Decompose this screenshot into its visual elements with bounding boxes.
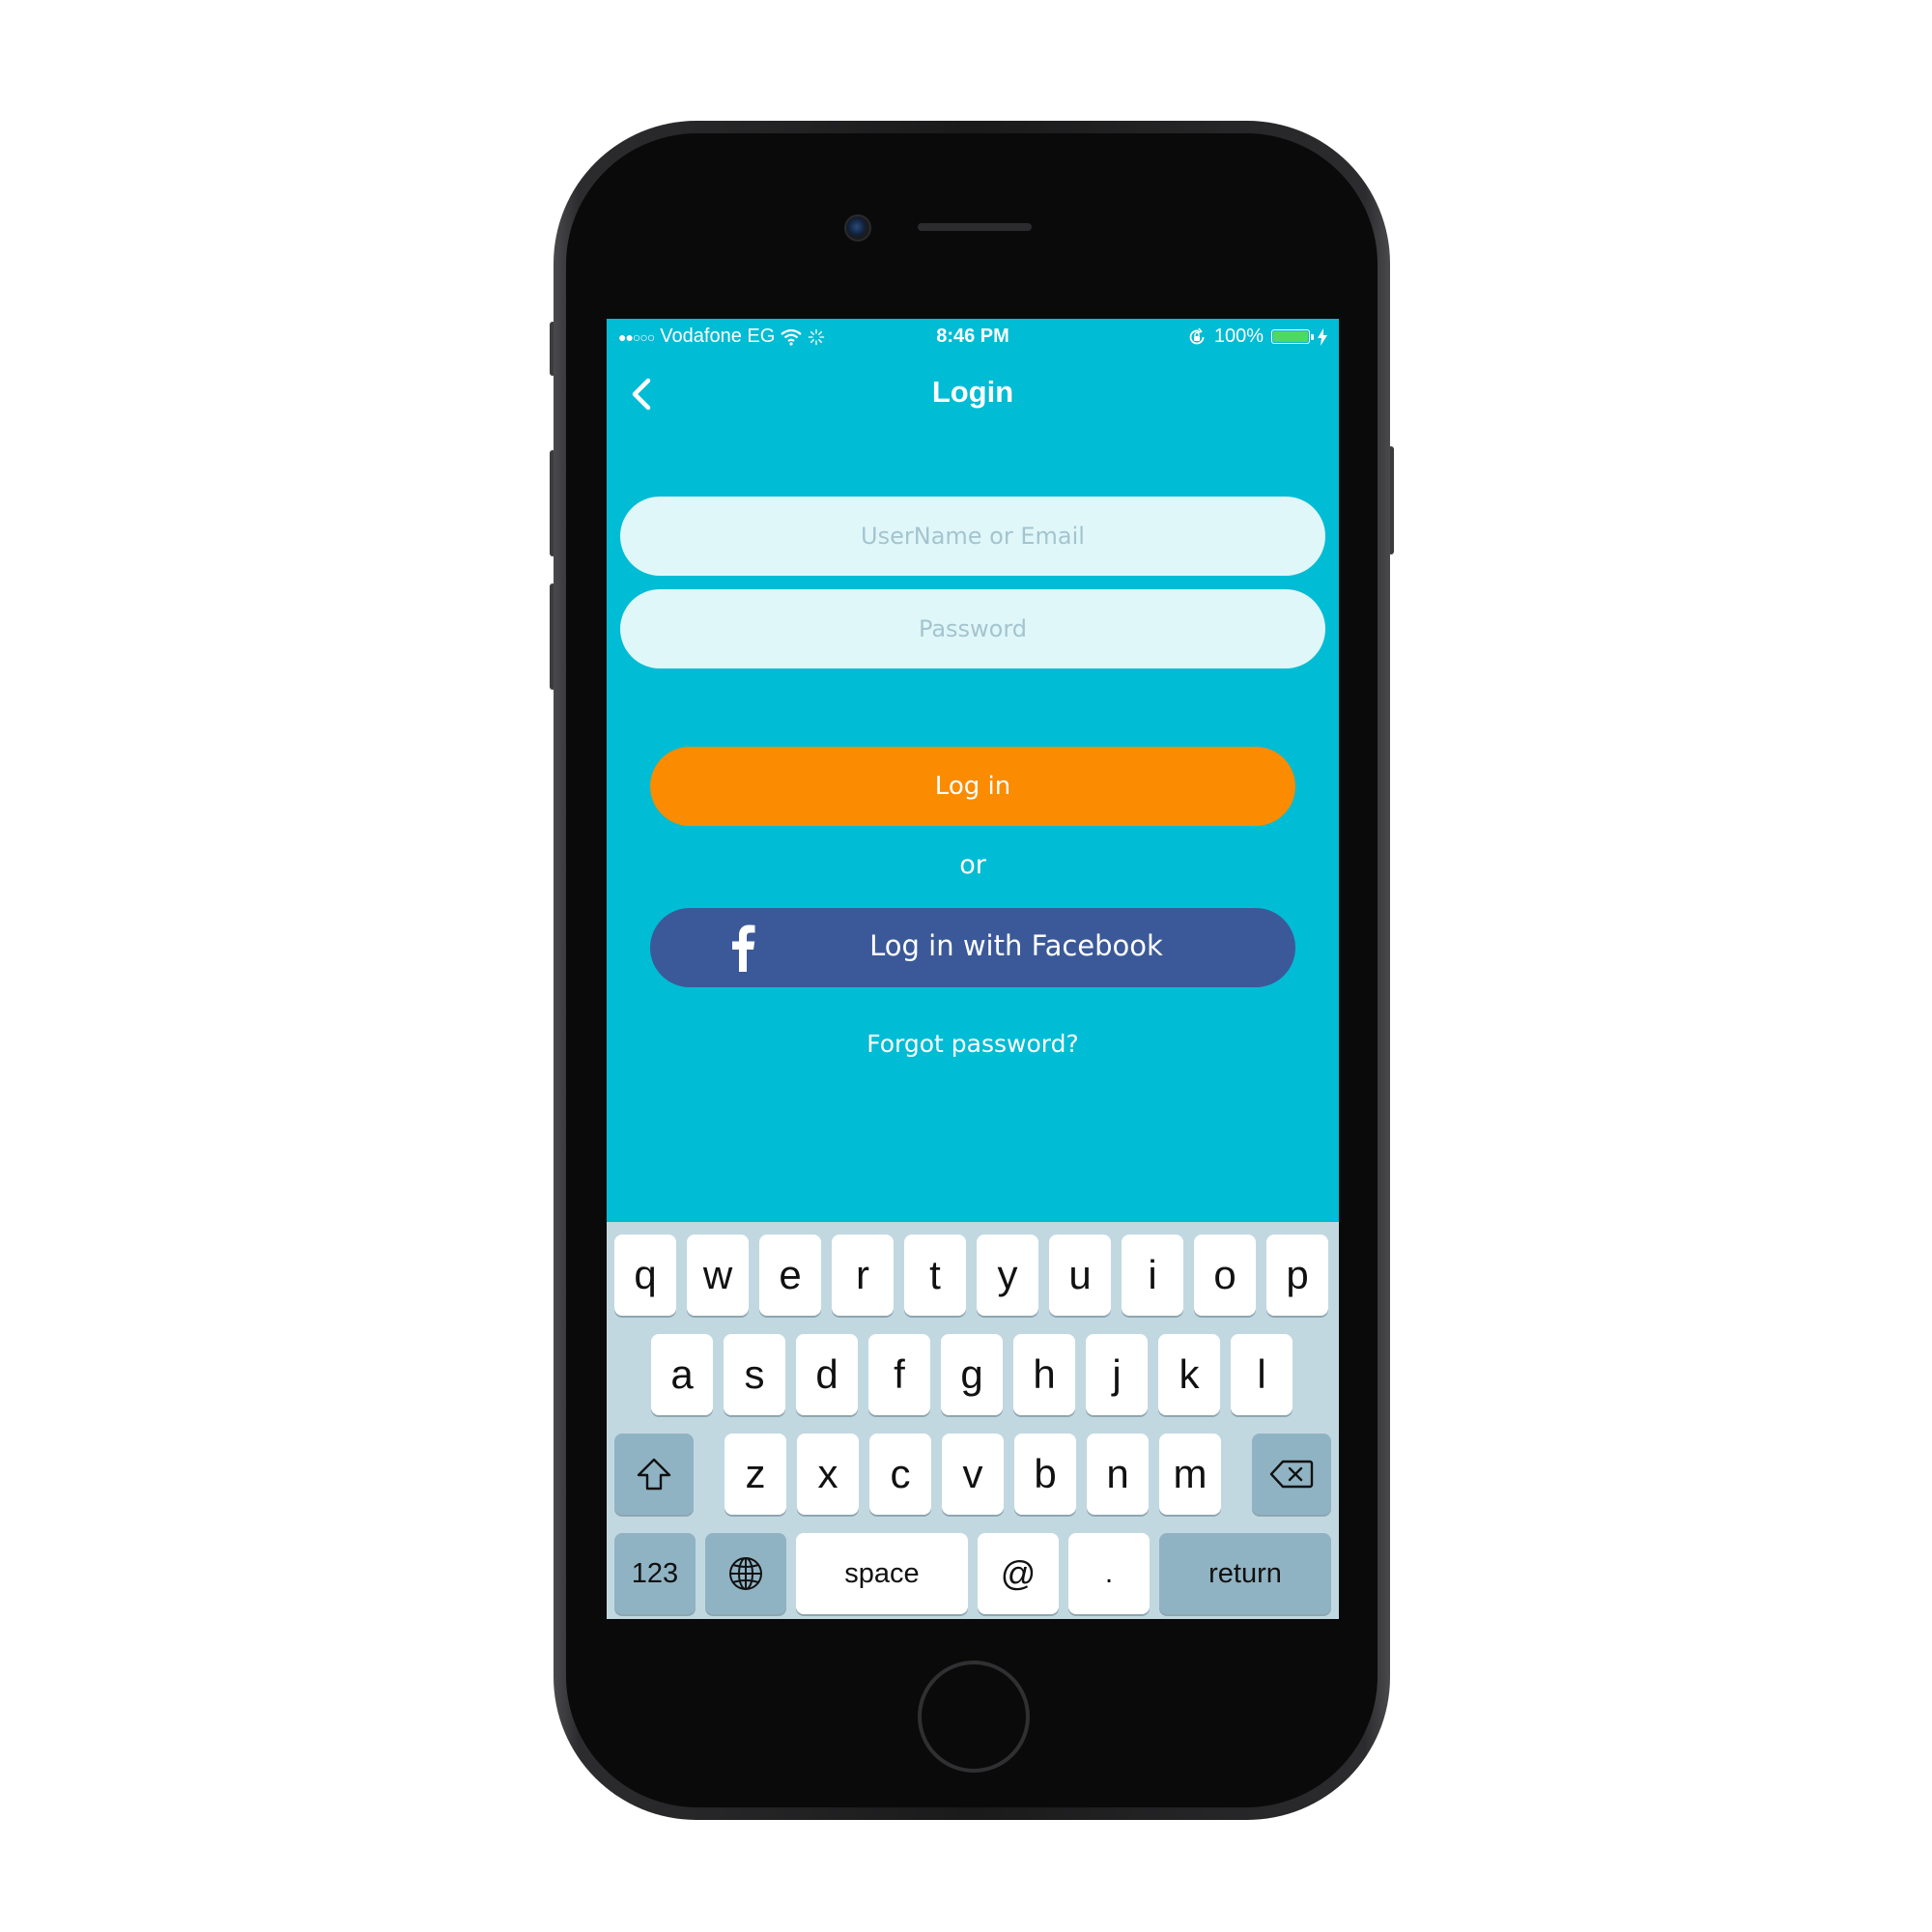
battery-icon [1271, 329, 1314, 344]
front-camera [844, 214, 871, 242]
key-q[interactable]: q [614, 1235, 676, 1316]
key-l[interactable]: l [1231, 1334, 1293, 1415]
key-u[interactable]: u [1049, 1235, 1111, 1316]
onscreen-keyboard: qwertyuiop asdfghjkl zxcvbnm 123 space @… [607, 1222, 1339, 1619]
key-n[interactable]: n [1087, 1434, 1149, 1515]
period-key[interactable]: . [1068, 1533, 1150, 1614]
username-email-field[interactable] [620, 497, 1325, 576]
facebook-f-icon [732, 924, 755, 972]
forgot-password-link[interactable]: Forgot password? [607, 1030, 1339, 1058]
key-f[interactable]: f [868, 1334, 930, 1415]
page-title: Login [931, 375, 1014, 409]
key-s[interactable]: s [724, 1334, 785, 1415]
key-a[interactable]: a [651, 1334, 713, 1415]
facebook-login-button[interactable]: Log in with Facebook [650, 908, 1295, 987]
navigation-bar: Login [607, 354, 1339, 440]
login-button[interactable]: Log in [650, 747, 1295, 826]
rotation-lock-icon [1189, 327, 1205, 344]
return-key[interactable]: return [1159, 1533, 1331, 1614]
key-g[interactable]: g [941, 1334, 1003, 1415]
app-screen: ●●○○○ Vodafone EG 8:46 PM 100% Login Use… [607, 319, 1339, 1619]
key-i[interactable]: i [1122, 1235, 1183, 1316]
charging-bolt-icon [1318, 327, 1327, 346]
earpiece-speaker [918, 223, 1032, 231]
backspace-icon [1269, 1460, 1314, 1489]
space-key[interactable]: space [796, 1533, 968, 1614]
numbers-key[interactable]: 123 [614, 1533, 696, 1614]
globe-icon [729, 1557, 762, 1590]
key-y[interactable]: y [977, 1235, 1038, 1316]
battery-percent: 100% [1213, 326, 1264, 347]
or-separator: or [959, 850, 986, 880]
key-h[interactable]: h [1013, 1334, 1075, 1415]
at-key[interactable]: @ [978, 1533, 1059, 1614]
key-v[interactable]: v [942, 1434, 1004, 1515]
password-field[interactable] [620, 589, 1325, 668]
facebook-login-label: Log in with Facebook [869, 929, 1163, 962]
key-b[interactable]: b [1014, 1434, 1076, 1515]
delete-key[interactable] [1252, 1434, 1331, 1515]
key-w[interactable]: w [687, 1235, 749, 1316]
key-e[interactable]: e [759, 1235, 821, 1316]
key-m[interactable]: m [1159, 1434, 1221, 1515]
key-d[interactable]: d [796, 1334, 858, 1415]
key-r[interactable]: r [832, 1235, 894, 1316]
key-c[interactable]: c [869, 1434, 931, 1515]
key-o[interactable]: o [1194, 1235, 1256, 1316]
key-z[interactable]: z [724, 1434, 786, 1515]
globe-key[interactable] [705, 1533, 786, 1614]
key-x[interactable]: x [797, 1434, 859, 1515]
key-t[interactable]: t [904, 1235, 966, 1316]
key-p[interactable]: p [1266, 1235, 1328, 1316]
home-button[interactable] [918, 1661, 1030, 1773]
status-bar: ●●○○○ Vodafone EG 8:46 PM 100% [607, 319, 1339, 354]
shift-arrow-icon [637, 1458, 671, 1491]
battery-fill [1273, 331, 1308, 342]
key-k[interactable]: k [1158, 1334, 1220, 1415]
shift-key[interactable] [614, 1434, 694, 1515]
key-j[interactable]: j [1086, 1334, 1148, 1415]
